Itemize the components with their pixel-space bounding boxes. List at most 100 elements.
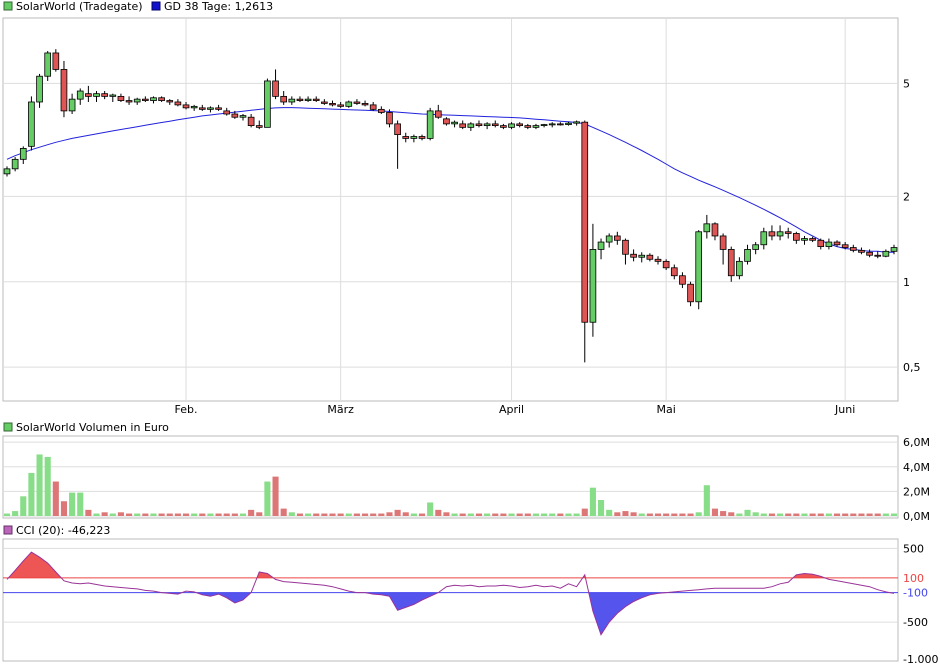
candle-body (378, 108, 385, 113)
price-tick-label: 2 (903, 190, 910, 203)
candle-body (736, 260, 743, 277)
candle-body (215, 107, 222, 110)
cci-panel-frame (2, 538, 899, 662)
volume-tick-label: 4,0M (903, 461, 930, 474)
volume-bar (606, 509, 613, 516)
volume-bar (728, 512, 735, 516)
volume-bar (752, 512, 759, 516)
candle-body (662, 260, 670, 269)
volume-bar (597, 500, 605, 516)
candle-body (679, 275, 686, 285)
volume-bar (215, 513, 222, 516)
volume-bar (785, 513, 792, 516)
volume-bar (362, 513, 369, 516)
volume-legend-label: SolarWorld Volumen in Euro (16, 421, 169, 434)
candle-body (703, 223, 711, 233)
candle-body (516, 123, 523, 127)
candle-body (817, 239, 825, 248)
volume-bar (557, 513, 564, 516)
volume-bar (833, 513, 841, 516)
volume-bar (646, 513, 653, 516)
cci-y-ticks: 500 100 -100 -500 -1.000 (903, 542, 938, 666)
candle-body (833, 241, 841, 246)
candle-body (483, 123, 491, 127)
candle-body (337, 104, 344, 107)
candle-body (321, 101, 328, 104)
month-label: Feb. (175, 403, 198, 416)
purple-square-icon (3, 525, 13, 535)
candle-body (646, 254, 654, 260)
volume-bar (134, 513, 141, 516)
month-label: April (499, 403, 524, 416)
volume-bar (541, 513, 548, 516)
candle-body (467, 123, 475, 128)
volume-bar (801, 513, 808, 516)
volume-bar (370, 513, 377, 516)
candle-body (475, 123, 483, 127)
candle-body (443, 118, 450, 125)
candle-body (793, 233, 800, 241)
candle-body (557, 123, 564, 126)
volume-bar (182, 513, 190, 516)
candle-body (687, 283, 694, 303)
month-label: Mai (656, 403, 675, 416)
candle-body (76, 90, 84, 100)
candle-body (304, 98, 312, 101)
volume-bar (166, 513, 173, 516)
candle-body (28, 101, 35, 147)
volume-bar (264, 481, 271, 516)
candle-body (866, 251, 873, 256)
volume-bar (239, 513, 247, 516)
candle-body (223, 110, 231, 115)
volume-bar (638, 513, 645, 516)
candle-body (60, 69, 68, 112)
candle-body (133, 98, 141, 103)
candle-body (622, 239, 629, 255)
candle-body (142, 98, 149, 101)
volume-bar (207, 513, 214, 516)
volume-bar (866, 513, 873, 516)
candle-body (247, 116, 255, 127)
candle-body (174, 101, 182, 106)
candle-body (190, 105, 198, 109)
volume-y-ticks: 6,0M 4,0M 2,0M 0,0M (903, 436, 930, 523)
candle-body (386, 112, 393, 125)
volume-bar (451, 513, 458, 516)
cci-panel: 500 100 -100 -500 -1.000 CCI (20): -46,223 (2, 524, 938, 666)
candle-body (280, 95, 288, 103)
candle-body (158, 97, 165, 101)
volume-bar (191, 513, 198, 516)
candle-body (239, 115, 247, 118)
candle-body (150, 97, 157, 101)
candle-body (540, 124, 548, 127)
candle-body (125, 100, 133, 103)
volume-bar (85, 509, 92, 516)
volume-tick-label: 0,0M (903, 510, 930, 523)
volume-bar (565, 513, 572, 516)
candle-body (760, 231, 768, 246)
month-label: März (327, 403, 354, 416)
volume-bar (687, 513, 694, 516)
candle-body (858, 249, 865, 253)
price-legend-label: SolarWorld (Tradegate) (16, 0, 143, 13)
volume-bar (248, 509, 255, 516)
candle-body (890, 247, 898, 252)
candle-body (182, 104, 190, 109)
volume-bar (329, 513, 336, 516)
volume-bar (44, 456, 51, 516)
volume-bar (117, 512, 124, 516)
cci-tick-label: -1.000 (903, 653, 938, 666)
volume-bar (256, 512, 263, 516)
average-legend-label: GD 38 Tage: 1,2613 (164, 0, 273, 13)
candle-body (841, 244, 849, 248)
volume-panel-frame (2, 435, 899, 519)
volume-bar (77, 492, 84, 516)
volume-bar (199, 513, 206, 516)
volume-bar (850, 513, 857, 516)
candle-body (231, 113, 239, 118)
candle-body (272, 80, 279, 97)
candle-body (3, 168, 11, 175)
candle-body (548, 123, 556, 126)
volume-bar (744, 509, 751, 516)
volume-bar (296, 513, 304, 516)
